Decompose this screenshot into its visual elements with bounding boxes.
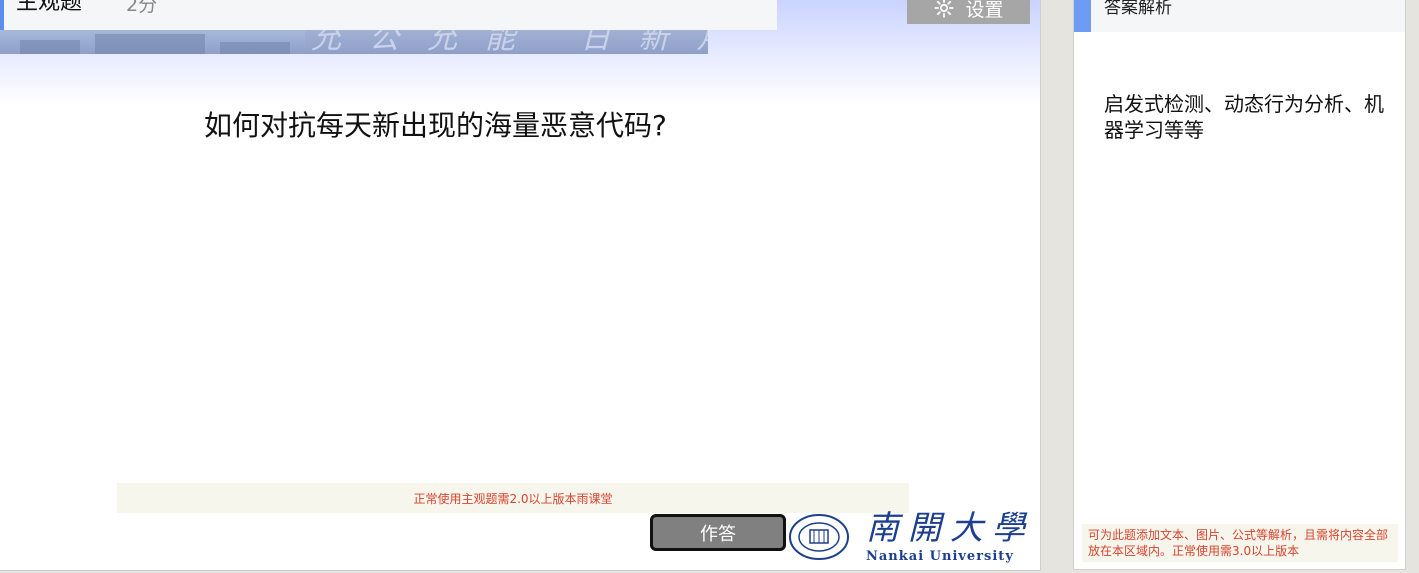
answer-button[interactable]: 作答 (650, 514, 786, 551)
university-seal-icon (789, 514, 849, 560)
panel-header: 答案解析 (1074, 0, 1405, 32)
university-name-en: Nankai University (866, 549, 1014, 564)
university-name-cn: 南開大學 (866, 508, 1034, 547)
campus-image (0, 30, 305, 54)
panel-hint: 可为此题添加文本、图片、公式等解析，且需将内容全部放在本区域内。正常使用需3.0… (1082, 524, 1398, 562)
panel-accent-bar (1074, 0, 1091, 32)
answer-analysis-text[interactable]: 启发式检测、动态行为分析、机器学习等等 (1104, 91, 1394, 143)
version-notice: 正常使用主观题需2.0以上版本雨课堂 (117, 483, 909, 513)
question-type-label: 主观题 (16, 0, 83, 15)
answer-analysis-panel: 答案解析 启发式检测、动态行为分析、机器学习等等 可为此题添加文本、图片、公式等… (1073, 0, 1406, 570)
slide-canvas: 允公允能 日新月异 主观题 2分 设置 如何对抗每天新出现的海量恶意代码? 正常… (0, 0, 1041, 571)
question-score: 2分 (126, 0, 158, 16)
settings-button[interactable]: 设置 (907, 0, 1030, 24)
settings-label: 设置 (965, 0, 1004, 21)
panel-title: 答案解析 (1104, 0, 1172, 18)
question-type-bar: 主观题 2分 (0, 0, 777, 30)
question-text: 如何对抗每天新出现的海量恶意代码? (204, 109, 667, 142)
gear-icon (934, 0, 955, 18)
